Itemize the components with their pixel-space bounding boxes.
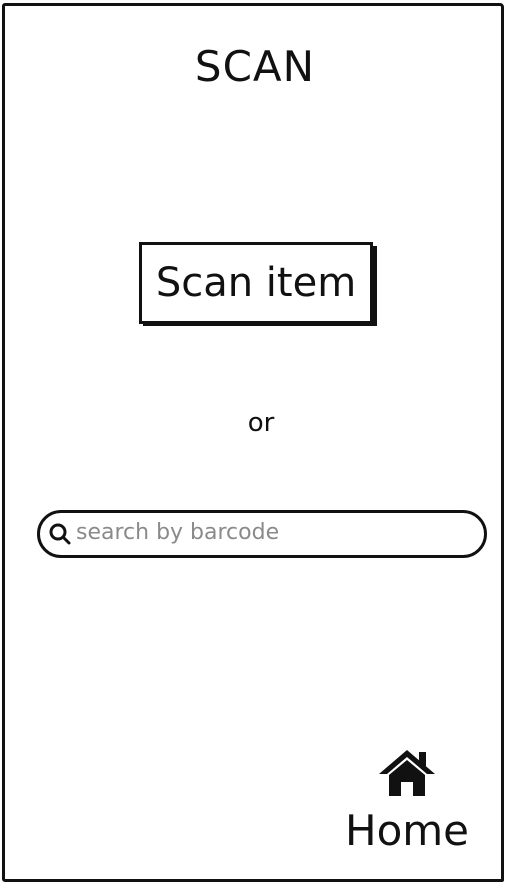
page-title: SCAN (194, 42, 316, 91)
scan-item-button-container: Scan item (139, 242, 377, 326)
scan-item-button[interactable]: Scan item (139, 242, 373, 324)
phone-frame: SCAN Scan item or Home (2, 3, 504, 882)
home-icon (377, 748, 437, 800)
search-bar[interactable] (37, 510, 487, 558)
separator-text: or (247, 408, 275, 438)
search-icon (46, 520, 74, 548)
home-nav-button[interactable]: Home (341, 748, 473, 856)
search-input[interactable] (74, 519, 456, 545)
home-label: Home (344, 806, 470, 855)
